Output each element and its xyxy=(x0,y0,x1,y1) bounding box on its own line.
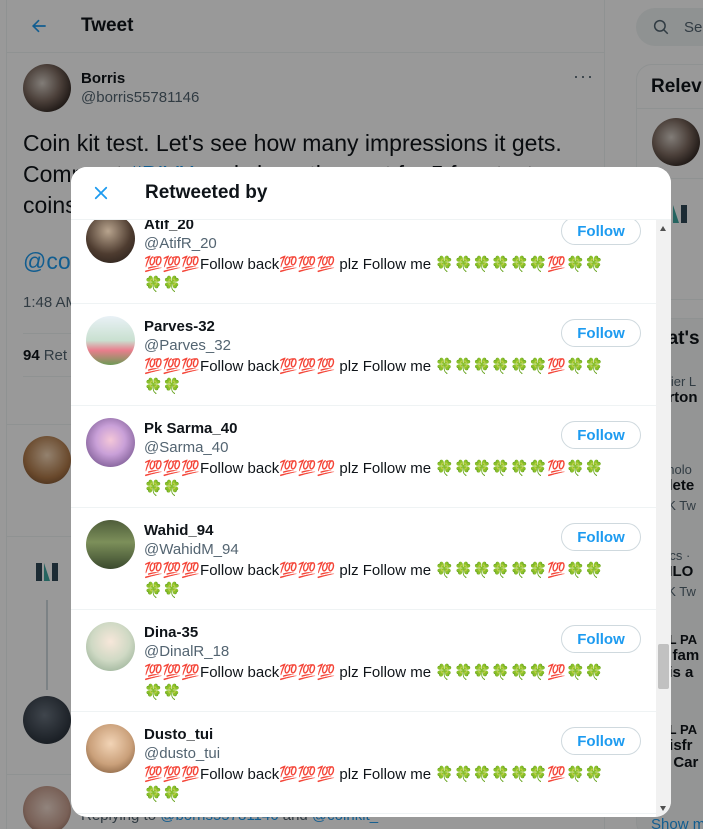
bio-line: 💯💯💯Follow back💯💯💯 plz Follow me 🍀🍀🍀🍀🍀🍀💯🍀… xyxy=(144,358,604,375)
user-cell[interactable]: Pk Sarma_40 @Sarma_40 💯💯💯Follow back💯💯💯 … xyxy=(71,406,656,508)
bio-line: 💯💯💯Follow back💯💯💯 plz Follow me 🍀🍀🍀🍀🍀🍀💯🍀… xyxy=(144,766,604,783)
scroll-down-arrow-icon[interactable] xyxy=(660,806,666,811)
user-handle[interactable]: @Parves_32 xyxy=(144,337,231,354)
follow-button[interactable]: Follow xyxy=(561,421,641,449)
user-cell[interactable]: Dusto_tui @dusto_tui 💯💯💯Follow back💯💯💯 p… xyxy=(71,712,656,814)
user-name[interactable]: Parves-32 xyxy=(144,318,215,335)
bio-line: 🍀🍀 xyxy=(144,480,182,497)
user-cell[interactable]: Wahid_94 @WahidM_94 💯💯💯Follow back💯💯💯 pl… xyxy=(71,508,656,610)
scroll-up-arrow-icon[interactable] xyxy=(660,226,666,231)
dialog-title: Retweeted by xyxy=(145,182,268,203)
bio-line: 🍀🍀 xyxy=(144,684,182,701)
follow-button[interactable]: Follow xyxy=(561,523,641,551)
follow-button[interactable]: Follow xyxy=(561,220,641,245)
bio-line: 🍀🍀 xyxy=(144,378,182,395)
scrollbar[interactable] xyxy=(656,220,671,817)
user-handle[interactable]: @Sarma_40 xyxy=(144,439,228,456)
scrollbar-thumb[interactable] xyxy=(658,644,669,689)
bio-line: 💯💯💯Follow back💯💯💯 plz Follow me 🍀🍀🍀🍀🍀🍀💯🍀… xyxy=(144,562,604,579)
follow-button[interactable]: Follow xyxy=(561,625,641,653)
user-name[interactable]: Dina-35 xyxy=(144,624,198,641)
user-cell[interactable]: Atif_20 @AtifR_20 💯💯💯Follow back💯💯💯 plz … xyxy=(71,220,656,304)
dialog-header: Retweeted by xyxy=(71,167,671,220)
user-bio: 💯💯💯Follow back💯💯💯 plz Follow me 🍀🍀🍀🍀🍀🍀💯🍀… xyxy=(144,255,639,295)
bio-line: 🍀🍀 xyxy=(144,786,182,803)
user-bio: 💯💯💯Follow back💯💯💯 plz Follow me 🍀🍀🍀🍀🍀🍀💯🍀… xyxy=(144,357,639,397)
user-handle[interactable]: @WahidM_94 xyxy=(144,541,239,558)
bio-line: 💯💯💯Follow back💯💯💯 plz Follow me 🍀🍀🍀🍀🍀🍀💯🍀… xyxy=(144,664,604,681)
user-handle[interactable]: @AtifR_20 xyxy=(144,235,217,252)
user-cell[interactable]: Parves-32 @Parves_32 💯💯💯Follow back💯💯💯 p… xyxy=(71,304,656,406)
user-avatar[interactable] xyxy=(86,220,135,263)
follow-button[interactable]: Follow xyxy=(561,727,641,755)
user-cell[interactable]: Dina-35 @DinalR_18 💯💯💯Follow back💯💯💯 plz… xyxy=(71,610,656,712)
user-avatar[interactable] xyxy=(86,520,135,569)
user-name[interactable]: Wahid_94 xyxy=(144,522,213,539)
bio-line: 🍀🍀 xyxy=(144,276,182,293)
bio-line: 💯💯💯Follow back💯💯💯 plz Follow me 🍀🍀🍀🍀🍀🍀💯🍀… xyxy=(144,460,604,477)
user-bio: 💯💯💯Follow back💯💯💯 plz Follow me 🍀🍀🍀🍀🍀🍀💯🍀… xyxy=(144,663,639,703)
user-handle[interactable]: @dusto_tui xyxy=(144,745,220,762)
user-name[interactable]: Atif_20 xyxy=(144,220,194,233)
close-icon xyxy=(94,186,108,200)
bio-line: 💯💯💯Follow back💯💯💯 plz Follow me 🍀🍀🍀🍀🍀🍀💯🍀… xyxy=(144,256,604,273)
retweeters-list: Atif_20 @AtifR_20 💯💯💯Follow back💯💯💯 plz … xyxy=(71,220,656,817)
user-avatar[interactable] xyxy=(86,418,135,467)
user-avatar[interactable] xyxy=(86,622,135,671)
user-bio: 💯💯💯Follow back💯💯💯 plz Follow me 🍀🍀🍀🍀🍀🍀💯🍀… xyxy=(144,561,639,601)
user-name[interactable]: Dusto_tui xyxy=(144,726,213,743)
user-avatar[interactable] xyxy=(86,724,135,773)
retweeted-by-dialog: Retweeted by Atif_20 @AtifR_20 💯💯💯Follow… xyxy=(71,167,671,817)
user-name[interactable]: Pk Sarma_40 xyxy=(144,420,237,437)
follow-button[interactable]: Follow xyxy=(561,319,641,347)
user-avatar[interactable] xyxy=(86,316,135,365)
bio-line: 🍀🍀 xyxy=(144,582,182,599)
close-button[interactable] xyxy=(83,175,119,211)
user-bio: 💯💯💯Follow back💯💯💯 plz Follow me 🍀🍀🍀🍀🍀🍀💯🍀… xyxy=(144,765,639,805)
user-handle[interactable]: @DinalR_18 xyxy=(144,643,229,660)
user-bio: 💯💯💯Follow back💯💯💯 plz Follow me 🍀🍀🍀🍀🍀🍀💯🍀… xyxy=(144,459,639,499)
